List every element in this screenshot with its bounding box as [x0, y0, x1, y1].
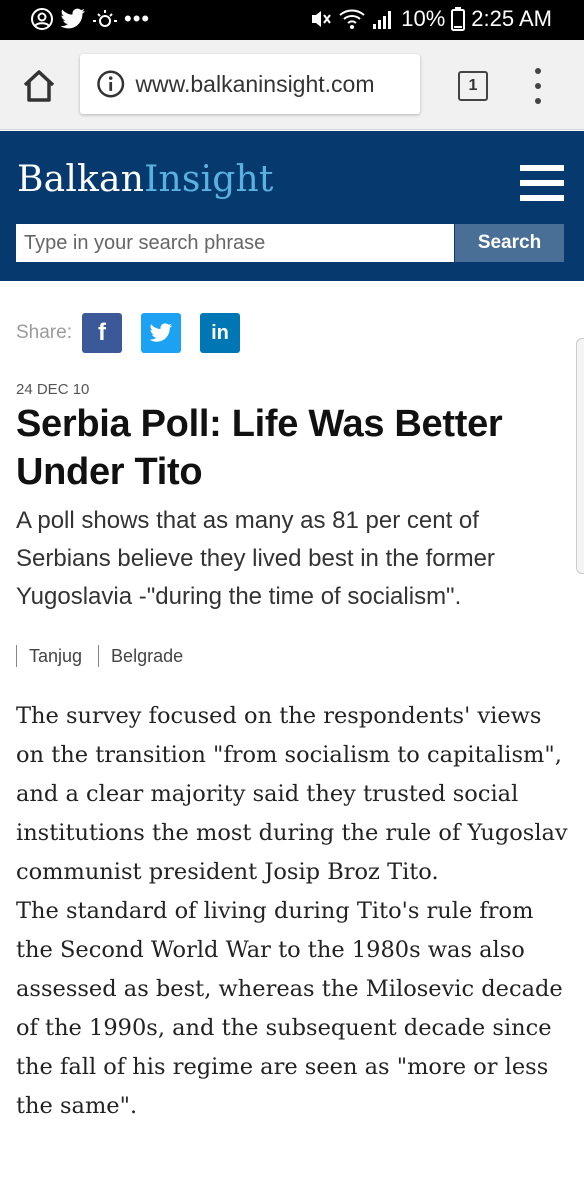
- article-paragraph: The standard of living during Tito's rul…: [16, 898, 563, 1119]
- twitter-icon: [149, 323, 172, 342]
- menu-dot: [535, 98, 541, 104]
- signal-icon: [373, 11, 392, 29]
- status-bar: ••• 10% 2:25 AM: [0, 0, 584, 40]
- linkedin-share-button[interactable]: in: [199, 313, 240, 353]
- share-bar: Share: f in: [16, 313, 259, 353]
- info-icon[interactable]: [96, 69, 125, 99]
- share-label: Share:: [16, 322, 72, 343]
- url-text[interactable]: www.balkaninsight.com: [135, 71, 420, 98]
- mute-icon: [312, 11, 332, 27]
- hamburger-line: [520, 165, 564, 171]
- twitter-notification-icon: [60, 8, 85, 29]
- wifi-icon: [339, 9, 365, 29]
- twitter-share-button[interactable]: [140, 313, 181, 353]
- article-lead: A poll shows that as many as 81 per cent…: [16, 507, 495, 610]
- facebook-share-button[interactable]: f: [81, 313, 122, 353]
- status-notifications: •••: [30, 6, 150, 32]
- article-title: Serbia Poll: Life Was Better Under Tito: [16, 403, 503, 493]
- article-source[interactable]: Tanjug: [29, 646, 82, 667]
- article-body: The survey focused on the respondents' v…: [16, 697, 572, 1126]
- more-notifications-icon: •••: [124, 6, 151, 31]
- meta-divider: [16, 645, 17, 667]
- battery-icon: [451, 7, 466, 31]
- clock: 2:25 AM: [471, 6, 552, 31]
- facebook-icon: f: [97, 319, 106, 346]
- battery-percent: 10%: [401, 6, 446, 31]
- logo-part-insight: Insight: [144, 159, 274, 200]
- hamburger-line: [520, 195, 564, 201]
- article-location[interactable]: Belgrade: [111, 646, 183, 667]
- menu-dot: [535, 68, 541, 74]
- search-input[interactable]: [16, 224, 454, 262]
- brightness-icon: [93, 10, 117, 27]
- article-date: 24 DEC 10: [16, 381, 90, 398]
- browser-menu-button[interactable]: [528, 64, 548, 108]
- hamburger-menu-icon[interactable]: [520, 165, 564, 201]
- search-button[interactable]: Search: [455, 224, 564, 262]
- menu-dot: [535, 83, 541, 89]
- linkedin-icon: in: [211, 321, 229, 344]
- article-paragraph: The survey focused on the respondents' v…: [16, 703, 568, 885]
- logo-part-balkan: Balkan: [17, 159, 145, 200]
- tab-switcher-button[interactable]: 1: [458, 71, 488, 101]
- browser-toolbar: www.balkaninsight.com 1: [0, 40, 584, 130]
- site-header: BalkanInsight Search: [0, 131, 584, 281]
- home-icon: [23, 70, 55, 102]
- hamburger-line: [520, 180, 564, 186]
- address-bar[interactable]: www.balkaninsight.com: [80, 54, 420, 114]
- article-meta: Tanjug Belgrade: [16, 645, 199, 667]
- page-scrollbar[interactable]: [576, 338, 584, 574]
- account-icon: [31, 8, 53, 30]
- site-logo[interactable]: BalkanInsight: [17, 159, 274, 200]
- meta-divider: [98, 645, 100, 667]
- status-system: 10% 2:25 AM: [309, 6, 552, 32]
- home-button[interactable]: [18, 65, 60, 107]
